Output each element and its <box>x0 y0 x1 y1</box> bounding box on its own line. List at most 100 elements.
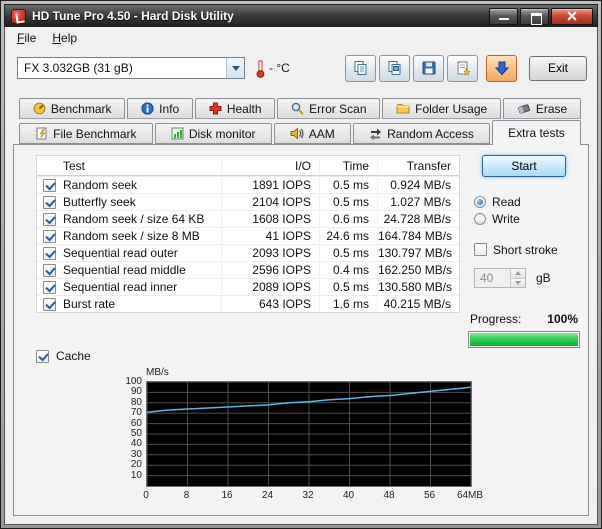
tab-erase[interactable]: Erase <box>503 98 581 119</box>
exit-button[interactable]: Exit <box>529 56 587 81</box>
y-tick-label: 10 <box>114 470 142 481</box>
tab-file-benchmark[interactable]: File Benchmark <box>19 123 153 144</box>
file-benchmark-icon <box>35 127 48 140</box>
time-value: 24.6 ms <box>319 229 377 243</box>
close-button[interactable] <box>551 8 593 25</box>
short-stroke-size-row: 40 gB <box>468 268 580 288</box>
maximize-button[interactable] <box>520 8 549 25</box>
x-tick-label: 32 <box>302 490 313 501</box>
tab-random-access[interactable]: Random Access <box>353 123 490 144</box>
io-value: 1891 IOPS <box>221 178 319 192</box>
start-button[interactable]: Start <box>482 155 566 177</box>
app-icon[interactable] <box>11 9 26 24</box>
tab-label: Error Scan <box>309 102 366 116</box>
tab-extra-tests[interactable]: Extra tests <box>492 120 581 145</box>
thermometer-icon <box>255 59 266 78</box>
test-name: Sequential read inner <box>63 280 177 294</box>
table-row: Butterfly seek 2104 IOPS 0.5 ms 1.027 MB… <box>37 193 459 210</box>
progress-bar-fill <box>470 333 578 346</box>
y-tick-label: 100 <box>114 376 142 387</box>
chevron-down-icon[interactable] <box>226 58 244 78</box>
results-table: Test I/O Time Transfer Random seek 1891 … <box>36 155 460 313</box>
row-checkbox[interactable] <box>43 281 56 294</box>
progress-value: 100% <box>547 312 578 326</box>
io-value: 41 IOPS <box>221 229 319 243</box>
progress-bar <box>468 331 580 348</box>
copy-image-button[interactable] <box>379 55 410 82</box>
row-checkbox[interactable] <box>43 264 56 277</box>
transfer-value: 164.784 MB/s <box>377 229 460 243</box>
size-value: 40 <box>475 269 510 287</box>
spin-up-button[interactable] <box>511 269 525 278</box>
save-image-button[interactable] <box>413 55 444 82</box>
temperature-value: - °C <box>269 61 290 75</box>
tab-aam[interactable]: AAM <box>274 123 351 144</box>
menu-file[interactable]: File <box>9 29 44 47</box>
write-radio-label: Write <box>492 212 520 226</box>
y-tick-label: 20 <box>114 459 142 470</box>
table-row: Random seek / size 64 KB 1608 IOPS 0.6 m… <box>37 210 459 227</box>
y-tick-label: 90 <box>114 386 142 397</box>
chart-canvas <box>147 382 471 486</box>
row-checkbox[interactable] <box>43 298 56 311</box>
write-radio-button[interactable] <box>474 213 486 225</box>
test-name: Random seek <box>63 178 137 192</box>
drive-select-combobox[interactable]: FX 3.032GB (31 gB) <box>17 57 245 79</box>
row-checkbox[interactable] <box>43 213 56 226</box>
x-tick-label: 64MB <box>457 490 483 501</box>
table-row: Random seek / size 8 MB 41 IOPS 24.6 ms … <box>37 227 459 244</box>
cache-checkbox[interactable] <box>36 350 49 363</box>
short-stroke-label: Short stroke <box>493 243 558 257</box>
time-value: 0.5 ms <box>319 246 377 260</box>
tab-label: Disk monitor <box>189 127 256 141</box>
y-tick-label: 40 <box>114 438 142 449</box>
row-checkbox[interactable] <box>43 196 56 209</box>
menu-help[interactable]: Help <box>44 29 85 47</box>
tab-folder-usage[interactable]: Folder Usage <box>382 98 501 119</box>
download-arrow-icon <box>494 60 510 76</box>
row-checkbox[interactable] <box>43 230 56 243</box>
save-report-button[interactable] <box>447 55 478 82</box>
menu-bar: File Help <box>5 27 597 48</box>
progress-row: Progress: 100% <box>468 312 580 326</box>
table-header-row: Test I/O Time Transfer <box>37 156 459 176</box>
y-tick-label: 50 <box>114 428 142 439</box>
table-row: Burst rate 643 IOPS 1.6 ms 40.215 MB/s <box>37 295 459 312</box>
io-value: 1608 IOPS <box>221 212 319 226</box>
row-checkbox[interactable] <box>43 179 56 192</box>
tab-label: Extra tests <box>508 126 565 140</box>
tab-error-scan[interactable]: Error Scan <box>277 98 380 119</box>
erase-icon <box>517 102 531 115</box>
time-value: 0.4 ms <box>319 263 377 277</box>
write-radio[interactable]: Write <box>474 210 580 227</box>
time-value: 1.6 ms <box>319 297 377 311</box>
size-input[interactable]: 40 <box>474 268 526 288</box>
tab-row-1: Benchmark Info Health <box>13 98 589 119</box>
tab-label: Benchmark <box>51 102 112 116</box>
temperature-display: - °C <box>255 59 290 78</box>
y-tick-label: 60 <box>114 418 142 429</box>
spin-down-button[interactable] <box>511 278 525 288</box>
row-checkbox[interactable] <box>43 247 56 260</box>
tab-info[interactable]: Info <box>127 98 193 119</box>
x-tick-label: 56 <box>424 490 435 501</box>
title-bar[interactable]: HD Tune Pro 4.50 - Hard Disk Utility <box>4 4 598 27</box>
tab-health[interactable]: Health <box>195 98 275 119</box>
cache-checkbox-row[interactable]: Cache <box>36 349 91 363</box>
short-stroke-checkbox[interactable] <box>474 243 487 256</box>
random-access-icon <box>369 127 382 140</box>
benchmark-icon <box>33 102 46 115</box>
download-button[interactable] <box>486 55 517 82</box>
tab-disk-monitor[interactable]: Disk monitor <box>155 123 272 144</box>
tab-benchmark[interactable]: Benchmark <box>19 98 125 119</box>
io-value: 2093 IOPS <box>221 246 319 260</box>
read-radio-button[interactable] <box>474 196 486 208</box>
copy-text-button[interactable] <box>345 55 376 82</box>
column-header-test: Test <box>37 159 221 173</box>
short-stroke-checkbox-row[interactable]: Short stroke <box>468 241 580 258</box>
io-value: 2104 IOPS <box>221 195 319 209</box>
column-header-time: Time <box>319 159 377 173</box>
minimize-button[interactable] <box>489 8 518 25</box>
x-tick-label: 48 <box>383 490 394 501</box>
read-radio[interactable]: Read <box>474 193 580 210</box>
